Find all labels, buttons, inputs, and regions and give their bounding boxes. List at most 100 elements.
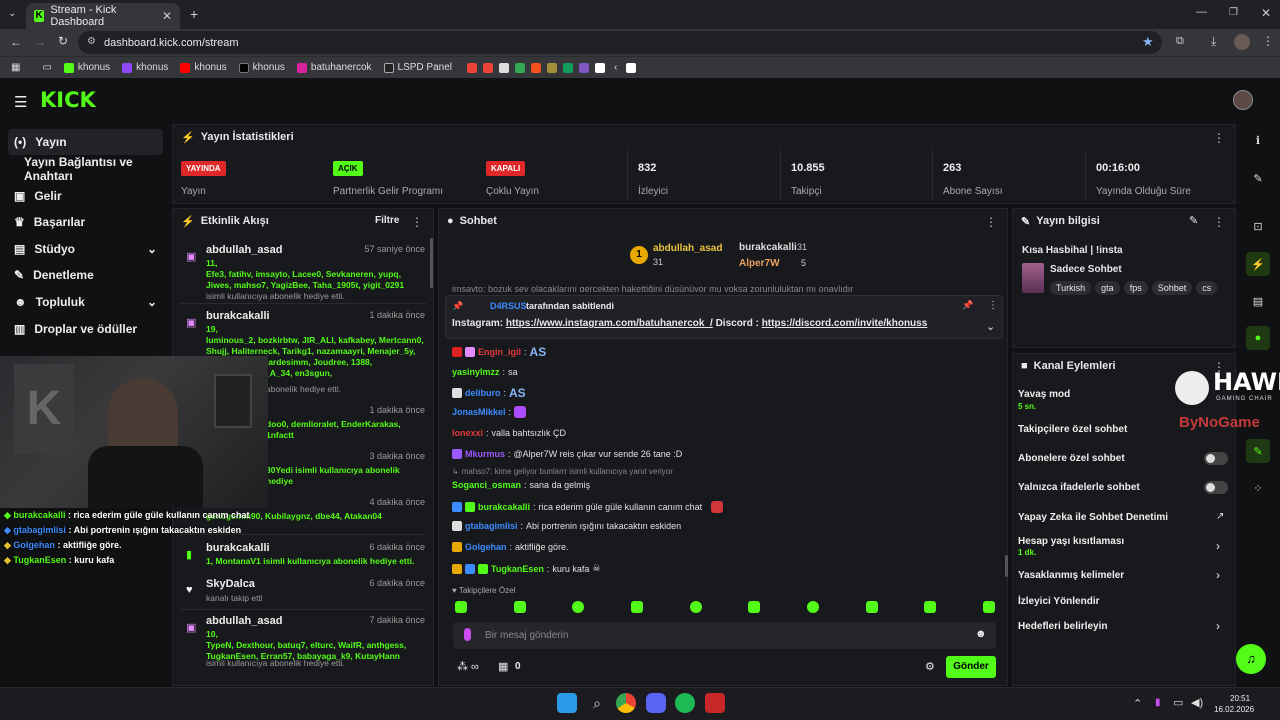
sidebar-item-gelir[interactable]: ▣ Gelir: [8, 183, 163, 209]
chat-settings-icon[interactable]: ⚙: [925, 660, 935, 673]
extensions-icon[interactable]: ⧉: [1176, 35, 1184, 48]
send-button[interactable]: Gönder: [946, 656, 996, 678]
sidebar-item-topluluk[interactable]: ☻ Topluluk ⌄: [8, 289, 163, 315]
reload-icon[interactable]: ↻: [58, 34, 68, 48]
bookmark-app-icon[interactable]: [579, 62, 589, 73]
bookmark-app-icon[interactable]: [595, 62, 605, 73]
instagram-link[interactable]: https://www.instagram.com/batuhanercok_/: [506, 318, 713, 329]
browser-menu-icon[interactable]: ⋮: [1262, 34, 1274, 48]
bookmark-x[interactable]: khonus: [236, 62, 288, 73]
forward-icon[interactable]: →: [34, 35, 46, 49]
mic-tray-icon[interactable]: ▮: [1155, 697, 1161, 708]
external-link-icon[interactable]: ↗: [1216, 511, 1224, 522]
sidebar-item-studyo[interactable]: ▤ Stüdyo ⌄: [8, 236, 163, 262]
start-icon[interactable]: [557, 693, 577, 713]
filter-button[interactable]: Filtre: [375, 215, 399, 226]
bookmark-instagram[interactable]: batuhanercok: [294, 62, 375, 73]
apps-grid-icon[interactable]: ▦: [8, 62, 23, 73]
tray-chevron-icon[interactable]: ⌃: [1133, 697, 1142, 710]
chevron-right-icon[interactable]: ›: [1216, 619, 1220, 633]
tag-chip[interactable]: fps: [1123, 281, 1148, 295]
feed-scrollbar[interactable]: [430, 238, 433, 288]
stats-menu-icon[interactable]: ⋮: [1213, 131, 1225, 145]
tag-chip[interactable]: cs: [1196, 281, 1218, 295]
tag-chip[interactable]: gta: [1095, 281, 1120, 295]
emotes-only-toggle[interactable]: [1204, 481, 1228, 494]
apps-icon[interactable]: ⁘: [1246, 476, 1270, 500]
sidebar-item-yayin[interactable]: (•) Yayın: [8, 129, 163, 155]
capture-icon[interactable]: ⊡: [1246, 214, 1270, 238]
pencil-icon[interactable]: ✎: [1246, 166, 1270, 190]
sidebar-item-denetleme[interactable]: ✎ Denetleme: [8, 262, 163, 288]
subs-only-toggle[interactable]: [1204, 452, 1228, 465]
bookmark-kick[interactable]: khonus: [61, 62, 113, 73]
profile-avatar[interactable]: [1234, 34, 1250, 50]
sidebar-item-stream-key[interactable]: Yayın Bağlantısı ve Anahtarı: [18, 155, 178, 183]
clock-date[interactable]: 16.02.2026: [1214, 705, 1254, 714]
emoji-picker-icon[interactable]: ☻: [975, 628, 987, 640]
emote-icon[interactable]: [455, 601, 467, 613]
volume-icon[interactable]: ◀): [1191, 696, 1203, 709]
network-icon[interactable]: ▭: [1173, 696, 1183, 709]
chat-icon[interactable]: ●: [1246, 326, 1270, 350]
chevron-right-icon[interactable]: ›: [1216, 539, 1220, 553]
minimize-icon[interactable]: —: [1196, 6, 1207, 18]
emote-icon[interactable]: [865, 601, 878, 613]
download-icon[interactable]: ⤓: [1211, 34, 1216, 49]
chevron-right-icon[interactable]: ›: [1216, 568, 1220, 582]
ai-moderation[interactable]: Yapay Zeka ile Sohbet Denetimi: [1018, 512, 1168, 523]
bookmark-docs-icon[interactable]: [499, 62, 509, 73]
unpin-icon[interactable]: 📌: [962, 300, 973, 311]
points-icon[interactable]: ⁂ ∞: [457, 660, 479, 673]
top-gifter-name[interactable]: abdullah_asad: [653, 243, 722, 254]
chrome-icon[interactable]: [616, 693, 636, 713]
bookmark-youtube[interactable]: khonus: [177, 62, 229, 73]
user-avatar[interactable]: [1233, 90, 1253, 110]
sidebar-item-basarilar[interactable]: ♛ Başarılar: [8, 209, 163, 235]
wrench-tool-icon[interactable]: ✎: [1246, 439, 1270, 463]
viewer-redirect[interactable]: İzleyici Yönlendir: [1018, 596, 1100, 607]
chat-input[interactable]: Bir mesaj gönderin ☻: [453, 622, 996, 649]
maximize-icon[interactable]: ❐: [1229, 7, 1238, 18]
discord-link[interactable]: https://discord.com/invite/khonuss: [762, 318, 928, 329]
emote-icon[interactable]: [689, 601, 702, 613]
store-icon[interactable]: ▦: [498, 660, 508, 673]
discord-icon[interactable]: [646, 693, 666, 713]
emote-icon[interactable]: [748, 601, 761, 613]
emotes-only-chat[interactable]: Yalnızca ifadelerle sohbet: [1018, 482, 1140, 493]
chat-menu-icon[interactable]: ⋮: [985, 215, 997, 229]
subs-only-chat[interactable]: Abonelere özel sohbet: [1018, 453, 1125, 464]
stream-info-menu-icon[interactable]: ⋮: [1213, 215, 1225, 229]
bookmark-arrow-icon[interactable]: ‹: [611, 62, 620, 73]
spotify-icon[interactable]: [675, 693, 695, 713]
app-icon[interactable]: [705, 693, 725, 713]
pinned-menu-icon[interactable]: ⋮: [988, 300, 998, 311]
bookmark-lspd[interactable]: LSPD Panel: [381, 62, 455, 73]
bookmark-twitch[interactable]: khonus: [119, 62, 171, 73]
lightning-icon[interactable]: ⚡: [1246, 252, 1270, 276]
browser-tab[interactable]: K Stream - Kick Dashboard ✕: [26, 3, 180, 29]
tab-close-icon[interactable]: ✕: [162, 9, 172, 23]
new-tab-icon[interactable]: +: [190, 6, 198, 22]
emote-icon[interactable]: [513, 601, 526, 613]
emote-icon[interactable]: [924, 601, 937, 613]
bookmark-gmail-icon[interactable]: [467, 62, 477, 73]
document-icon[interactable]: ▤: [1246, 289, 1270, 313]
bookmark-sheets-icon[interactable]: [563, 62, 573, 73]
emote-icon[interactable]: [630, 601, 643, 613]
feed-menu-icon[interactable]: ⋮: [411, 215, 423, 229]
bookmark-drive-icon[interactable]: [515, 62, 525, 73]
support-headset-icon[interactable]: ♫: [1236, 644, 1266, 674]
slow-mode-label[interactable]: Yavaş mod: [1018, 389, 1070, 400]
top-gifter-name[interactable]: Alper7W: [739, 258, 780, 269]
bookmark-star-icon[interactable]: ★: [1142, 34, 1154, 50]
microphone-icon[interactable]: [464, 628, 471, 641]
edit-icon[interactable]: ✎: [1189, 214, 1198, 227]
set-goals[interactable]: Hedefleri belirleyin: [1018, 621, 1107, 632]
emote-icon[interactable]: [806, 601, 819, 613]
search-icon[interactable]: ⌕: [587, 693, 607, 713]
emote-icon[interactable]: [572, 601, 585, 613]
top-gifter-name[interactable]: burakcakalli: [739, 242, 797, 253]
hamburger-menu-icon[interactable]: ☰: [14, 93, 27, 111]
emote-icon[interactable]: [982, 601, 995, 613]
